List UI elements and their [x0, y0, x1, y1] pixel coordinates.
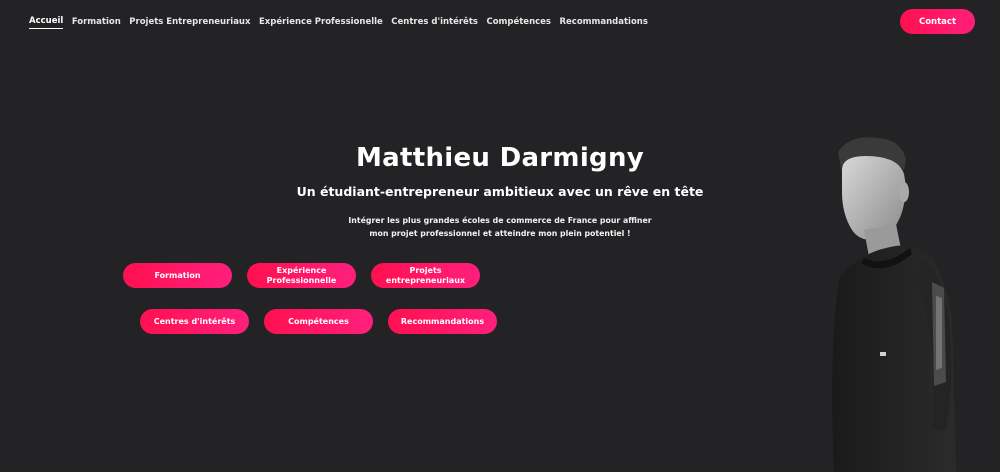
centres-button-label: Centres d'intérêts — [153, 316, 236, 326]
nav-link-recommandations[interactable]: Recommandations — [559, 17, 647, 29]
hero-description-line-2: mon projet professionnel et atteindre mo… — [369, 229, 631, 238]
hero-description: Intégrer les plus grandes écoles de comm… — [330, 214, 670, 240]
hero-description-line-1: Intégrer les plus grandes écoles de comm… — [348, 216, 652, 225]
nav-link-centres[interactable]: Centres d'intérêts — [391, 17, 478, 29]
projets-button-label-1: Projets — [409, 266, 442, 275]
experience-button[interactable]: Expérience Professionnelle — [247, 263, 356, 288]
top-nav: Accueil Formation Projets Entrepreneuria… — [0, 0, 1000, 44]
nav-link-competences[interactable]: Compétences — [486, 17, 551, 29]
nav-link-projets[interactable]: Projets Entrepreneuriaux — [129, 17, 250, 29]
recommandations-button[interactable]: Recommandations — [388, 309, 497, 334]
formation-button-label: Formation — [154, 270, 201, 280]
competences-button-label: Compétences — [288, 316, 349, 326]
recommandations-button-label: Recommandations — [400, 316, 485, 326]
page: Accueil Formation Projets Entrepreneuria… — [0, 0, 1000, 472]
centres-button[interactable]: Centres d'intérêts — [140, 309, 249, 334]
contact-button[interactable]: Contact — [900, 9, 975, 34]
experience-button-label-1: Expérience — [276, 266, 327, 275]
nav-links: Accueil Formation Projets Entrepreneuria… — [29, 16, 656, 29]
nav-link-experience[interactable]: Expérience Professionelle — [259, 17, 383, 29]
portrait-photo — [832, 137, 956, 472]
projets-button-label-2: entrepreneuriaux — [385, 275, 466, 285]
nav-link-formation[interactable]: Formation — [72, 17, 121, 29]
experience-button-label-2: Professionnelle — [266, 275, 337, 285]
formation-button[interactable]: Formation — [123, 263, 232, 288]
competences-button[interactable]: Compétences — [264, 309, 373, 334]
nav-link-accueil[interactable]: Accueil — [29, 16, 64, 29]
projets-button[interactable]: Projets entrepreneuriaux — [371, 263, 480, 288]
